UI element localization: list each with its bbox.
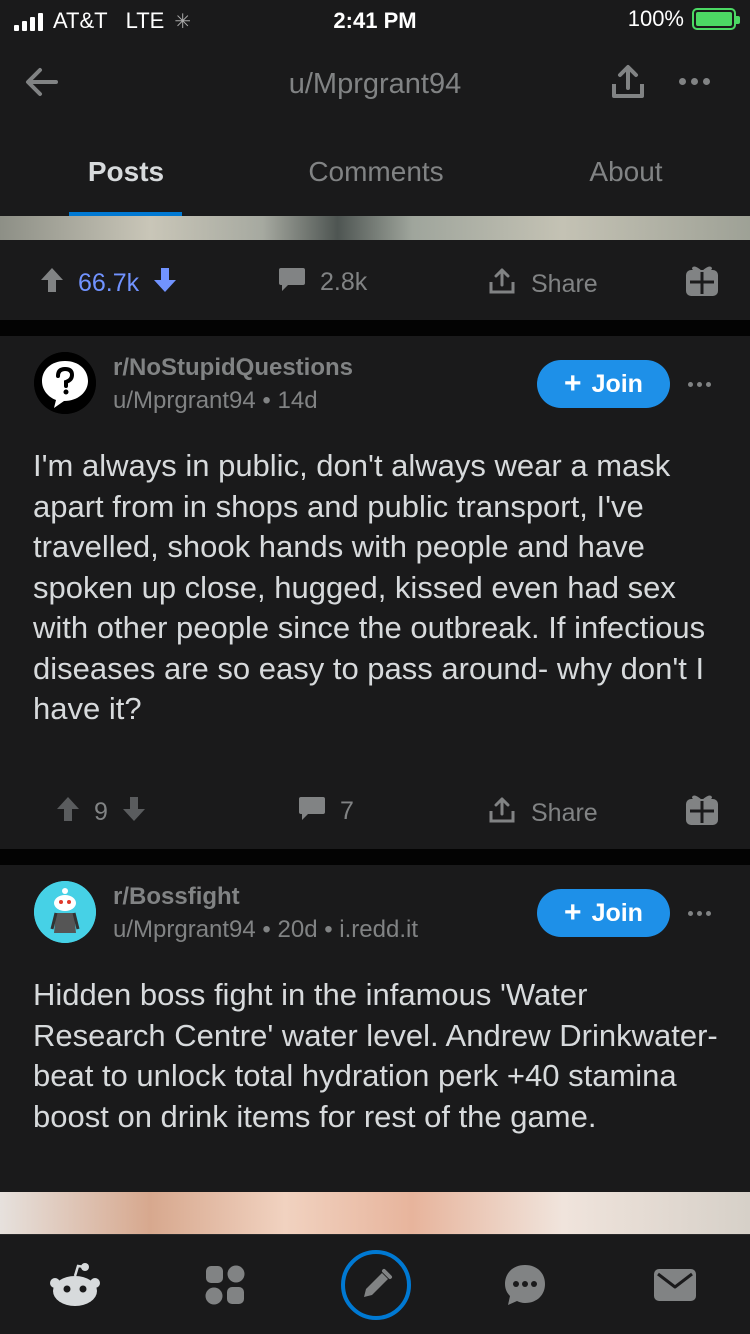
meta-separator: •: [262, 916, 278, 943]
profile-tabs: Posts Comments About: [0, 130, 750, 216]
post-author[interactable]: u/Mprgrant94: [113, 916, 256, 943]
post-header: r/Bossfight u/Mprgrant94 • 20d • i.redd.…: [0, 879, 750, 959]
comments-button[interactable]: 7: [298, 795, 354, 828]
join-label: Join: [591, 369, 643, 398]
post-age: 14d: [277, 387, 318, 414]
share-button[interactable]: Share: [487, 266, 598, 303]
vote-control: 66.7k: [40, 266, 177, 301]
chat-icon[interactable]: [495, 1255, 555, 1315]
subreddit-name[interactable]: r/Bossfight: [113, 883, 240, 911]
tab-about[interactable]: About: [501, 156, 750, 188]
post-title[interactable]: I'm always in public, don't always wear …: [33, 446, 723, 730]
plus-icon: +: [564, 367, 582, 400]
share-icon: [487, 795, 517, 832]
post-image-preview[interactable]: [0, 216, 750, 240]
battery-percent: 100%: [627, 6, 684, 31]
share-label: Share: [531, 270, 598, 298]
post-meta: u/Mprgrant94 • 14d: [113, 387, 318, 415]
bottom-nav: [0, 1234, 750, 1334]
more-options-icon[interactable]: [672, 66, 716, 96]
join-button[interactable]: + Join: [537, 889, 670, 937]
vote-count: 66.7k: [78, 269, 140, 297]
downvote-icon[interactable]: [122, 795, 146, 830]
award-icon[interactable]: [684, 262, 720, 298]
plus-icon: +: [564, 896, 582, 929]
nav-bar: u/Mprgrant94: [0, 40, 750, 130]
award-icon[interactable]: [684, 791, 720, 827]
post-divider: [0, 849, 750, 865]
subreddit-avatar[interactable]: [34, 352, 96, 414]
post-age: 20d: [277, 916, 318, 943]
post-title[interactable]: Hidden boss fight in the infamous 'Water…: [33, 975, 723, 1137]
home-icon[interactable]: [45, 1255, 105, 1315]
vote-count: 9: [94, 798, 108, 826]
status-bar: AT&T LTE ✳ 2:41 PM 100%: [0, 0, 750, 40]
post-divider: [0, 320, 750, 336]
post-author[interactable]: u/Mprgrant94: [113, 387, 256, 414]
downvote-icon[interactable]: [153, 266, 177, 301]
post-domain[interactable]: i.redd.it: [339, 916, 418, 943]
join-button[interactable]: + Join: [537, 360, 670, 408]
share-icon: [487, 266, 517, 303]
comment-count: 7: [340, 797, 354, 825]
create-post-button[interactable]: [340, 1249, 412, 1321]
post-header: r/NoStupidQuestions u/Mprgrant94 • 14d +…: [0, 350, 750, 430]
post-actions: 66.7k 2.8k Share: [0, 240, 750, 320]
share-button[interactable]: Share: [487, 795, 598, 832]
meta-separator: •: [262, 387, 278, 414]
tab-posts[interactable]: Posts: [1, 156, 251, 188]
subreddit-avatar[interactable]: [34, 881, 96, 943]
upvote-icon[interactable]: [40, 266, 64, 301]
meta-separator: •: [324, 916, 340, 943]
subreddit-name[interactable]: r/NoStupidQuestions: [113, 354, 353, 382]
comment-count: 2.8k: [320, 268, 368, 296]
share-label: Share: [531, 799, 598, 827]
comment-icon: [278, 266, 306, 299]
communities-icon[interactable]: [195, 1255, 255, 1315]
join-label: Join: [591, 898, 643, 927]
post-actions: 9 7 Share: [0, 769, 750, 849]
post-image-preview[interactable]: [0, 1192, 750, 1234]
tab-comments[interactable]: Comments: [251, 156, 501, 188]
post-more-icon[interactable]: [684, 903, 714, 923]
vote-control: 9: [56, 795, 146, 830]
post-meta: u/Mprgrant94 • 20d • i.redd.it: [113, 916, 418, 944]
comments-button[interactable]: 2.8k: [278, 266, 367, 299]
battery-icon: [692, 8, 740, 30]
comment-icon: [298, 795, 326, 828]
post-more-icon[interactable]: [684, 374, 714, 394]
inbox-icon[interactable]: [645, 1255, 705, 1315]
upvote-icon[interactable]: [56, 795, 80, 830]
status-right: 100%: [627, 6, 740, 32]
share-icon[interactable]: [606, 60, 650, 104]
